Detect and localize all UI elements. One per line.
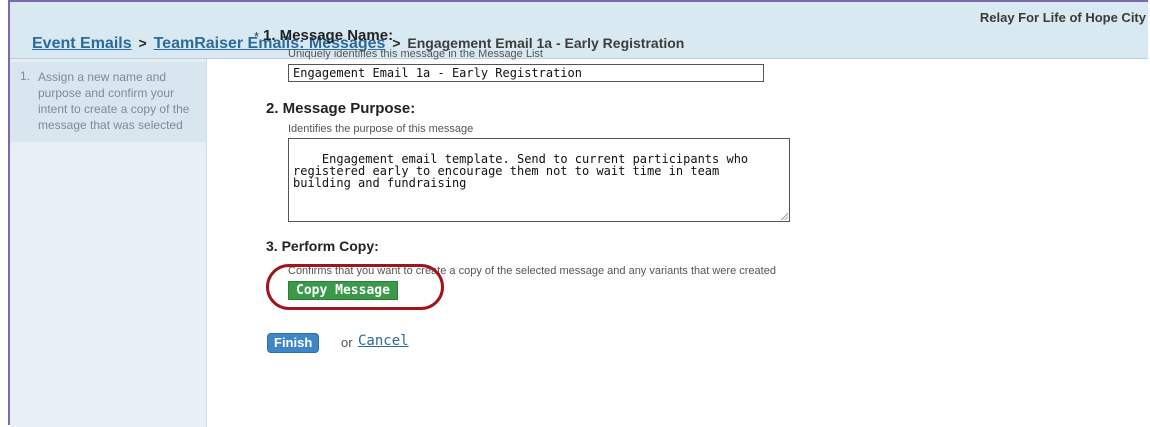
cancel-link[interactable]: Cancel: [358, 333, 409, 349]
message-name-input[interactable]: Engagement Email 1a - Early Registration: [288, 64, 764, 82]
message-name-help: Uniquely identifies this message in the …: [288, 48, 543, 60]
message-purpose-help: Identifies the purpose of this message: [288, 123, 474, 135]
page-frame: Relay For Life of Hope City Event Emails…: [8, 0, 1148, 427]
step-description: Assign a new name and purpose and confir…: [38, 70, 190, 132]
organization-name: Relay For Life of Hope City: [979, 10, 1146, 25]
sidebar-step-assign-name: 1. Assign a new name and purpose and con…: [10, 62, 206, 142]
message-purpose-textarea[interactable]: Engagement email template. Send to curre…: [288, 138, 790, 222]
or-text: or: [341, 335, 353, 350]
message-purpose-title: 2. Message Purpose:: [266, 100, 416, 117]
wizard-sidebar: 1. Assign a new name and purpose and con…: [10, 59, 207, 427]
finish-button[interactable]: Finish: [267, 333, 320, 353]
page-header: Relay For Life of Hope City Event Emails…: [10, 2, 1148, 59]
message-name-title: 1. Message Name:: [263, 27, 394, 44]
resize-grip-icon[interactable]: [780, 212, 788, 220]
message-purpose-text: Engagement email template. Send to curre…: [293, 152, 749, 190]
step-number: 1.: [20, 69, 31, 83]
breadcrumb-link-event-emails[interactable]: Event Emails: [32, 35, 132, 52]
required-marker: *: [254, 29, 260, 44]
highlight-circle-annotation: [266, 264, 444, 310]
breadcrumb-separator: >: [138, 35, 147, 51]
perform-copy-title: 3. Perform Copy:: [266, 238, 379, 254]
